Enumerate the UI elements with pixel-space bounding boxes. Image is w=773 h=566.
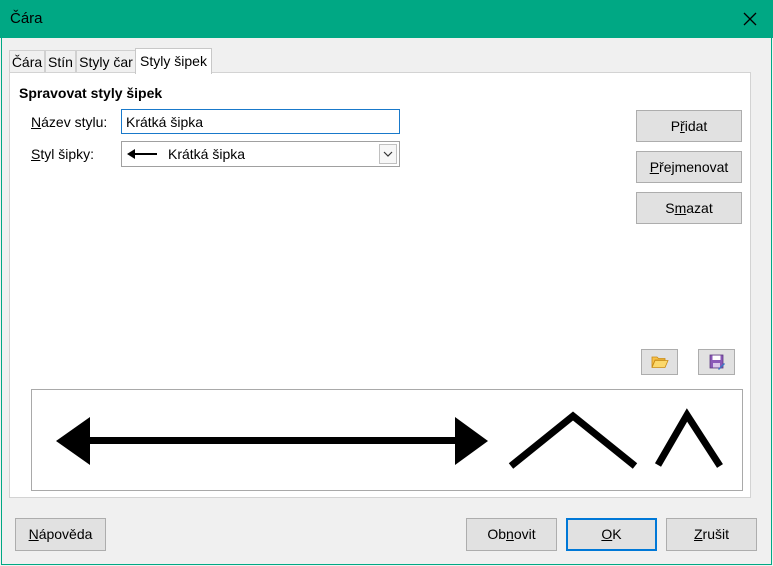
btn-text: Ob — [487, 526, 507, 542]
save-button[interactable] — [698, 349, 735, 375]
small-arrowhead-preview — [654, 408, 723, 468]
folder-open-icon — [650, 356, 669, 368]
arrow-preview — [31, 389, 743, 491]
tab-line-styles[interactable]: Styly čar — [76, 50, 136, 72]
tab-label: Čára — [11, 54, 43, 70]
label-text: ázev stylu: — [41, 114, 108, 130]
tab-label: Styly šipek — [140, 53, 207, 69]
btn-text: rušit — [702, 526, 729, 542]
tab-label: Stín — [48, 54, 73, 70]
style-name-label: Název stylu: — [31, 114, 107, 130]
label-text: tyl šipky: — [40, 146, 95, 162]
delete-button[interactable]: Smazat — [636, 192, 742, 224]
double-arrow-preview — [56, 417, 488, 465]
btn-text: azat — [686, 200, 713, 216]
arrow-style-label: Styl šipky: — [31, 146, 94, 162]
cancel-button[interactable]: Zrušit — [666, 518, 757, 551]
add-button[interactable]: Přidat — [636, 110, 742, 142]
btn-text: idat — [684, 118, 708, 134]
accel-letter: Z — [693, 526, 703, 542]
tab-label: Styly čar — [79, 54, 133, 70]
dropdown-button[interactable] — [379, 144, 397, 164]
tab-line[interactable]: Čára — [9, 50, 45, 72]
tab-shadow[interactable]: Stín — [45, 50, 76, 72]
arrow-style-select[interactable]: Krátká šipka — [121, 141, 400, 167]
btn-text: P — [670, 118, 681, 134]
close-icon — [743, 12, 757, 26]
accel-letter: N — [31, 114, 42, 130]
reset-button[interactable]: Obnovit — [466, 518, 557, 551]
accel-letter: O — [601, 526, 613, 542]
arrow-preview-canvas — [56, 408, 723, 469]
btn-text: S — [665, 200, 675, 216]
accel-letter: N — [28, 526, 39, 542]
btn-text: ovit — [513, 526, 536, 542]
section-title: Spravovat styly šipek — [19, 85, 163, 101]
title-bar: Čára — [0, 0, 773, 38]
window-title: Čára — [10, 10, 43, 27]
arrow-style-value: Krátká šipka — [168, 146, 246, 162]
help-button[interactable]: Nápověda — [15, 518, 106, 551]
accel-letter: m — [674, 200, 687, 216]
open-button[interactable] — [641, 349, 678, 375]
accel-letter: n — [506, 526, 514, 542]
chevron-down-icon — [383, 151, 393, 157]
arrow-preview-line — [131, 153, 157, 155]
large-arrowhead-preview — [508, 411, 638, 469]
btn-text: řejmenovat — [659, 159, 729, 175]
style-name-input[interactable] — [121, 109, 400, 134]
btn-text: ápověda — [38, 526, 93, 542]
btn-text: K — [612, 526, 622, 542]
close-button[interactable] — [727, 0, 773, 38]
ok-button[interactable]: OK — [566, 518, 657, 551]
accel-letter: P — [649, 159, 660, 175]
rename-button[interactable]: Přejmenovat — [636, 151, 742, 183]
save-icon — [709, 354, 725, 370]
tab-arrow-styles[interactable]: Styly šipek — [135, 48, 212, 74]
accel-letter: S — [31, 146, 41, 162]
